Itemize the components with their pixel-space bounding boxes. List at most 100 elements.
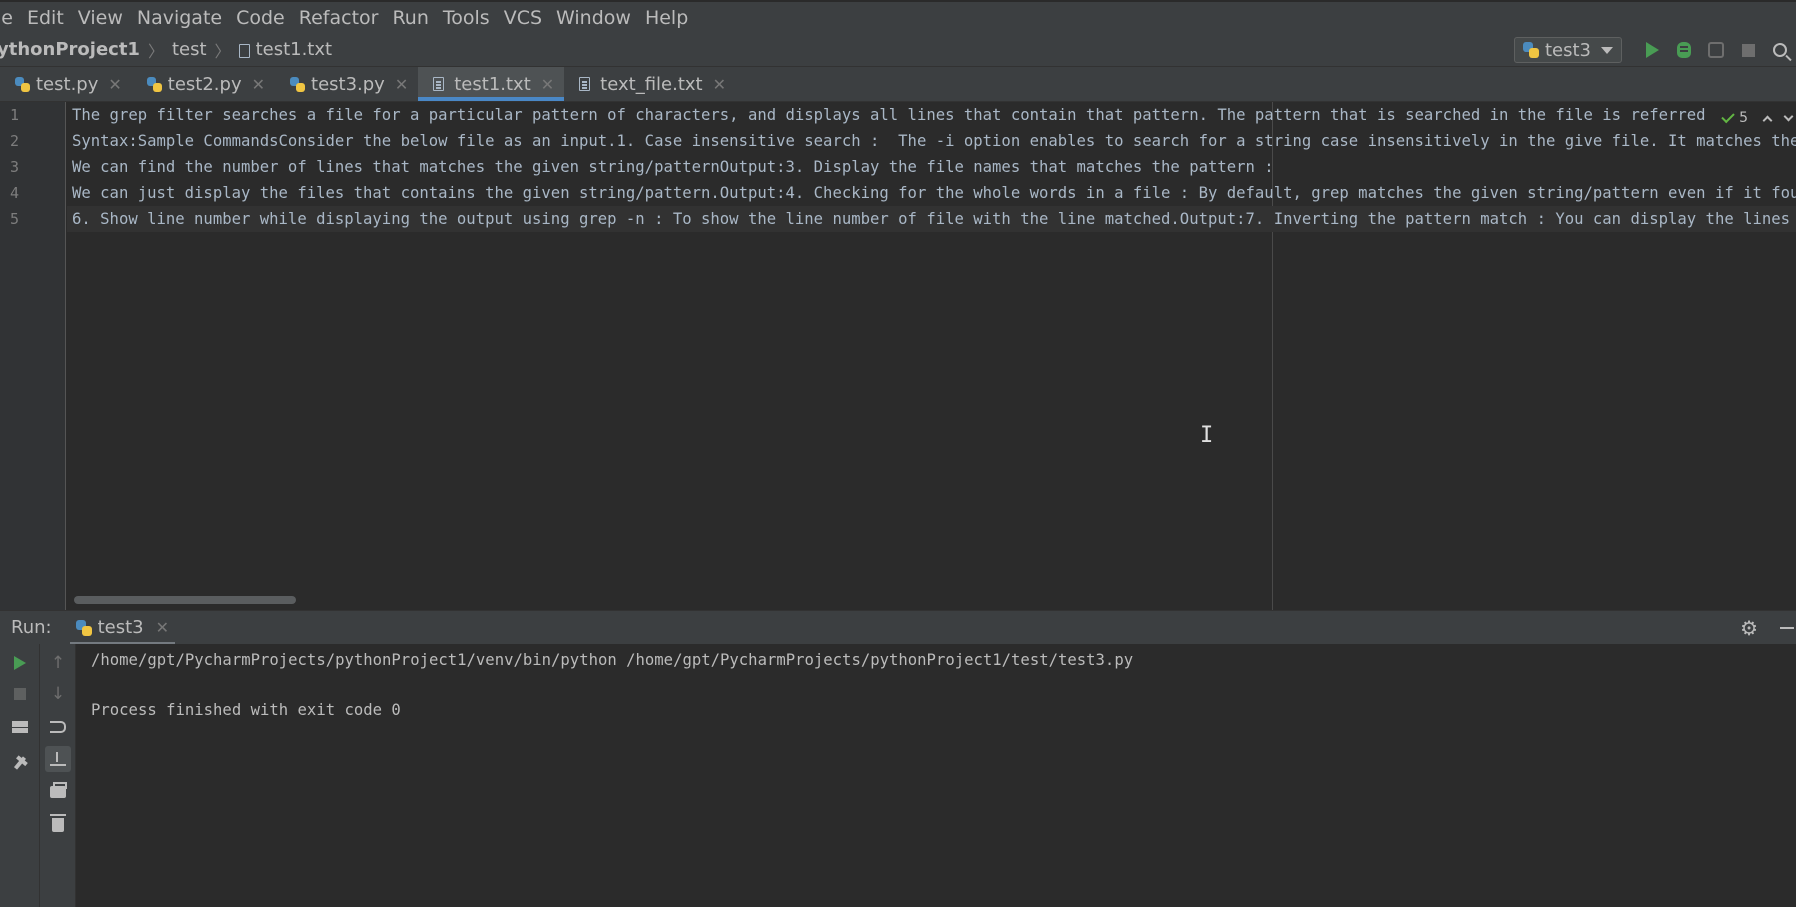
breadcrumb-project[interactable]: ythonProject1 bbox=[0, 39, 140, 60]
restore-layout-button[interactable] bbox=[7, 714, 33, 740]
close-icon[interactable]: ✕ bbox=[108, 75, 121, 94]
chevron-up-icon[interactable] bbox=[1762, 115, 1773, 125]
tab-label: text_file.txt bbox=[600, 73, 703, 95]
close-icon[interactable]: ✕ bbox=[713, 75, 726, 94]
breadcrumb-folder[interactable]: test bbox=[172, 39, 207, 60]
bug-icon bbox=[1677, 42, 1691, 58]
search-icon bbox=[1773, 43, 1787, 57]
python-icon bbox=[15, 76, 30, 92]
coverage-icon bbox=[1708, 42, 1724, 58]
line-number: 5 bbox=[10, 210, 20, 228]
tab-test1-txt[interactable]: test1.txt ✕ bbox=[418, 67, 565, 101]
menu-tools[interactable]: Tools bbox=[443, 7, 502, 29]
gear-icon[interactable]: ⚙ bbox=[1740, 616, 1758, 640]
code-line[interactable]: Syntax:Sample CommandsConsider the below… bbox=[72, 128, 1796, 154]
code-line[interactable]: We can find the number of lines that mat… bbox=[72, 154, 1796, 180]
breadcrumb-separator-icon: 〉 bbox=[147, 41, 164, 61]
clear-all-button[interactable] bbox=[45, 810, 71, 836]
tab-test3-py[interactable]: test3.py ✕ bbox=[275, 67, 418, 101]
debug-button[interactable] bbox=[1668, 35, 1700, 65]
text-file-icon bbox=[433, 77, 445, 91]
console-output-line: Process finished with exit code 0 bbox=[91, 701, 401, 719]
run-configuration-dropdown[interactable]: test3 bbox=[1513, 37, 1622, 63]
chevron-down-icon[interactable] bbox=[1783, 111, 1794, 121]
arrow-down-icon: ↓ bbox=[50, 684, 66, 704]
search-everywhere-button[interactable] bbox=[1764, 35, 1796, 65]
run-toolstrip-secondary: ↑ ↓ bbox=[40, 644, 76, 907]
line-number: 3 bbox=[10, 158, 20, 176]
tab-label: test2.py bbox=[167, 73, 242, 95]
text-file-icon bbox=[579, 77, 591, 91]
run-button[interactable] bbox=[1636, 35, 1668, 65]
soft-wrap-icon bbox=[50, 721, 66, 733]
horizontal-scrollbar[interactable] bbox=[74, 596, 296, 604]
mouse-text-cursor-icon: I bbox=[1200, 423, 1214, 448]
trash-icon bbox=[50, 813, 66, 832]
python-icon bbox=[146, 76, 162, 92]
menu-code[interactable]: Code bbox=[236, 7, 297, 29]
print-icon bbox=[50, 782, 67, 798]
tab-label: test.py bbox=[36, 73, 99, 95]
tab-label: test3.py bbox=[311, 73, 385, 95]
code-line[interactable]: The grep filter searches a file for a pa… bbox=[72, 102, 1796, 128]
menu-vcs[interactable]: VCS bbox=[504, 7, 554, 29]
breadcrumb-file[interactable]: test1.txt bbox=[256, 39, 333, 60]
line-number: 1 bbox=[10, 106, 20, 124]
check-icon bbox=[1721, 109, 1735, 124]
pin-tab-button[interactable] bbox=[7, 750, 33, 776]
code-line[interactable]: We can just display the files that conta… bbox=[72, 180, 1796, 206]
pin-icon bbox=[13, 756, 27, 770]
stop-icon bbox=[1741, 43, 1755, 57]
scroll-to-end-button[interactable] bbox=[45, 746, 71, 772]
close-icon[interactable]: ✕ bbox=[156, 618, 169, 637]
scroll-to-end-icon bbox=[50, 752, 66, 766]
close-icon[interactable]: ✕ bbox=[541, 75, 554, 94]
editor-tab-bar: test.py ✕ test2.py ✕ test3.py ✕ test1.tx… bbox=[0, 67, 1796, 102]
python-icon bbox=[290, 76, 306, 92]
stop-button[interactable] bbox=[7, 681, 33, 707]
play-icon bbox=[14, 656, 26, 670]
tab-label: test1.txt bbox=[454, 73, 531, 95]
code-line-current[interactable]: 6. Show line number while displaying the… bbox=[67, 206, 1796, 232]
print-button[interactable] bbox=[45, 779, 71, 805]
breadcrumb-separator-icon: 〉 bbox=[214, 41, 231, 61]
close-icon[interactable]: ✕ bbox=[395, 75, 408, 94]
tab-test-py[interactable]: test.py ✕ bbox=[0, 67, 132, 101]
navigation-bar: ythonProject1 〉 test 〉 test1.txt test3 bbox=[0, 33, 1796, 67]
text-file-icon bbox=[238, 43, 250, 58]
close-icon[interactable]: ✕ bbox=[252, 75, 265, 94]
run-panel-actions: ⚙ bbox=[1740, 611, 1796, 645]
menu-help[interactable]: Help bbox=[645, 7, 700, 29]
play-icon bbox=[1645, 42, 1659, 58]
menu-navigate[interactable]: Navigate bbox=[137, 7, 234, 29]
previous-occurrence-button[interactable]: ↑ bbox=[45, 650, 71, 676]
coverage-button[interactable] bbox=[1700, 35, 1732, 65]
run-tab-test3[interactable]: test3 ✕ bbox=[69, 611, 176, 645]
code-editor[interactable]: 1 2 3 4 5 The grep filter searches a fil… bbox=[0, 102, 1796, 610]
next-occurrence-button[interactable]: ↓ bbox=[45, 681, 71, 707]
stop-button[interactable] bbox=[1732, 35, 1764, 65]
minimize-icon[interactable] bbox=[1780, 627, 1794, 629]
soft-wrap-button[interactable] bbox=[45, 714, 71, 740]
menu-file[interactable]: le bbox=[0, 7, 25, 29]
menu-refactor[interactable]: Refactor bbox=[299, 7, 391, 29]
console-output-line: /home/gpt/PycharmProjects/pythonProject1… bbox=[91, 651, 1134, 669]
menu-bar: le Edit View Navigate Code Refactor Run … bbox=[0, 0, 1796, 33]
run-panel-title: Run: bbox=[11, 617, 52, 638]
inspection-count: 5 bbox=[1739, 110, 1748, 126]
run-configuration-label: test3 bbox=[1544, 39, 1591, 61]
python-icon bbox=[1522, 42, 1539, 58]
menu-view[interactable]: View bbox=[78, 7, 135, 29]
tab-test2-py[interactable]: test2.py ✕ bbox=[132, 67, 275, 101]
rerun-button[interactable] bbox=[7, 650, 33, 676]
menu-edit[interactable]: Edit bbox=[27, 7, 76, 29]
run-console: ↑ ↓ /home/gpt/PycharmProjects/pythonProj… bbox=[0, 644, 1796, 907]
menu-run[interactable]: Run bbox=[392, 7, 440, 29]
breadcrumb: ythonProject1 〉 test 〉 test1.txt bbox=[0, 38, 332, 62]
tab-text-file-txt[interactable]: text_file.txt ✕ bbox=[564, 67, 736, 101]
menu-window[interactable]: Window bbox=[556, 7, 643, 29]
layout-icon bbox=[12, 721, 28, 733]
run-toolbar: test3 bbox=[1513, 33, 1796, 67]
inspection-widget[interactable]: 5 bbox=[1714, 106, 1796, 130]
pycharm-window: le Edit View Navigate Code Refactor Run … bbox=[0, 0, 1796, 907]
